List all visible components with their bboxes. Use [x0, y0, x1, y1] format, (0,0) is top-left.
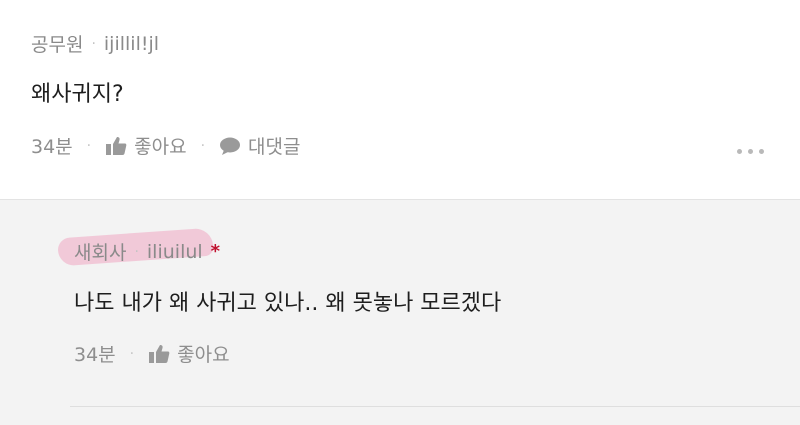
- thumbs-up-icon: [106, 136, 127, 155]
- company-name[interactable]: 새회사: [74, 238, 126, 265]
- comment-actions: 34분 · 좋아요 · 대댓글: [31, 132, 300, 159]
- dot: [737, 149, 742, 154]
- comment-card: 공무원 · ijillil!jl 왜사귀지? 34분 · 좋아요 · 대댓글: [0, 0, 800, 200]
- meta-separator: ·: [91, 35, 96, 52]
- divider: [70, 406, 800, 407]
- reply-time: 34분: [74, 344, 116, 366]
- action-separator: ·: [86, 137, 92, 154]
- like-button[interactable]: 좋아요: [105, 132, 187, 159]
- like-button[interactable]: 좋아요: [148, 340, 230, 367]
- comment-meta: 공무원 · ijillil!jl: [31, 30, 159, 57]
- speech-bubble-icon: [220, 137, 241, 155]
- thumbs-up-icon: [149, 344, 170, 363]
- author-mark: *: [210, 241, 221, 262]
- reply-text: 나도 내가 왜 사귀고 있나.. 왜 못놓나 모르겠다: [74, 291, 502, 316]
- comment-time: 34분: [31, 136, 73, 158]
- company-name[interactable]: 공무원: [31, 30, 83, 57]
- like-label: 좋아요: [177, 344, 230, 366]
- action-separator: ·: [200, 137, 206, 154]
- comment-text: 왜사귀지?: [31, 82, 124, 107]
- reply-button[interactable]: 대댓글: [219, 132, 300, 159]
- nickname[interactable]: ijillil!jl: [104, 33, 159, 55]
- like-label: 좋아요: [134, 136, 187, 158]
- nickname[interactable]: iliuilul: [147, 241, 203, 263]
- dot: [759, 149, 764, 154]
- action-separator: ·: [129, 345, 135, 362]
- reply-label: 대댓글: [248, 136, 301, 158]
- reply-meta: 새회사 · iliuilul *: [74, 238, 220, 265]
- dot: [748, 149, 753, 154]
- more-dots-icon[interactable]: [737, 149, 764, 154]
- meta-separator: ·: [134, 243, 139, 260]
- reply-actions: 34분 · 좋아요: [74, 340, 230, 367]
